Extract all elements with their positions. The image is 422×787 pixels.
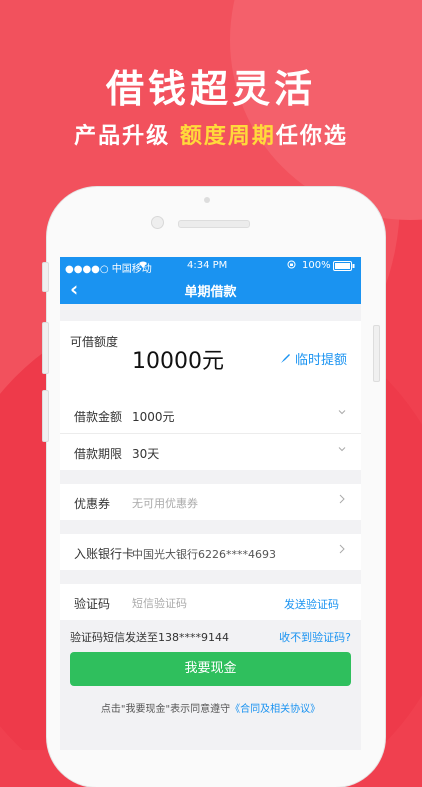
temp-raise-label: 临时提额 xyxy=(294,353,347,368)
limit-label: 可借额度 xyxy=(70,335,119,349)
phone-sensor xyxy=(204,197,210,203)
phone-side-button xyxy=(42,262,49,292)
page-title: 单期借款 xyxy=(184,285,237,300)
nav-bar: ‹ 单期借款 xyxy=(60,275,361,304)
battery-icon xyxy=(333,261,355,274)
promo-headline: 借钱超灵活 xyxy=(105,67,316,111)
sms-sent-text: 验证码短信发送至138****9144 xyxy=(70,631,229,644)
contract-link[interactable]: 《合同及相关协议》 xyxy=(230,704,320,715)
wifi-icon xyxy=(138,260,148,272)
loan-term-label: 借款期限 xyxy=(74,447,123,461)
status-time: 4:34 PM xyxy=(187,260,228,271)
coupon-row[interactable]: 优惠券 无可用优惠券 xyxy=(60,484,361,520)
bank-card-row[interactable]: 入账银行卡 中国光大银行6226****4693 xyxy=(60,534,361,570)
sms-notice: 验证码短信发送至138****9144 收不到验证码? xyxy=(60,620,361,645)
agreement-text: 点击"我要现金"表示同意遵守《合同及相关协议》 xyxy=(60,700,361,715)
verify-code-row: 验证码 短信验证码 发送验证码 xyxy=(60,584,361,620)
chevron-down-icon xyxy=(337,443,347,458)
chevron-down-icon xyxy=(337,406,347,421)
limit-amount: 10000元 xyxy=(132,349,224,374)
loan-amount-value: 1000元 xyxy=(132,410,175,424)
agreement-prefix: 点击"我要现金"表示同意遵守 xyxy=(100,704,231,715)
send-code-button[interactable]: 发送验证码 xyxy=(284,596,339,612)
rocket-icon xyxy=(280,353,295,368)
verify-code-input[interactable]: 短信验证码 xyxy=(132,595,187,611)
lock-rotation-icon xyxy=(287,260,296,272)
promo-sub-suffix: 任你选 xyxy=(275,124,348,149)
phone-speaker xyxy=(178,220,250,228)
chevron-right-icon xyxy=(337,543,347,559)
loan-term-row[interactable]: 借款期限 30天 xyxy=(60,433,361,470)
credit-limit-card: 可借额度 10000元 临时提额 xyxy=(60,321,361,397)
bank-card-value: 中国光大银行6226****4693 xyxy=(132,548,276,561)
loan-term-value: 30天 xyxy=(132,447,160,461)
verify-code-label: 验证码 xyxy=(74,597,111,611)
loan-amount-label: 借款金额 xyxy=(74,410,123,424)
loan-amount-row[interactable]: 借款金额 1000元 xyxy=(60,397,361,433)
status-bar: ●●●●○ 中国移动 4:34 PM 100% xyxy=(60,257,361,275)
app-screen: ●●●●○ 中国移动 4:34 PM 100% ‹ 单期借款 可借额度 1000… xyxy=(60,257,361,750)
battery-percent: 100% xyxy=(302,260,331,271)
chevron-right-icon xyxy=(337,493,347,509)
promo-subline: 产品升级 额度周期任你选 xyxy=(0,118,422,150)
coupon-label: 优惠券 xyxy=(74,497,111,511)
get-cash-button[interactable]: 我要现金 xyxy=(70,652,351,686)
phone-side-button xyxy=(42,322,49,374)
promo-sub-prefix: 产品升级 xyxy=(74,124,171,149)
phone-camera xyxy=(151,216,164,229)
promo-sub-highlight: 额度周期 xyxy=(179,124,276,149)
coupon-value: 无可用优惠券 xyxy=(132,497,198,510)
phone-side-button xyxy=(42,390,49,442)
not-received-link[interactable]: 收不到验证码? xyxy=(279,629,351,645)
phone-side-button xyxy=(373,325,380,382)
bank-card-label: 入账银行卡 xyxy=(74,547,135,561)
temp-raise-link[interactable]: 临时提额 xyxy=(280,349,347,368)
